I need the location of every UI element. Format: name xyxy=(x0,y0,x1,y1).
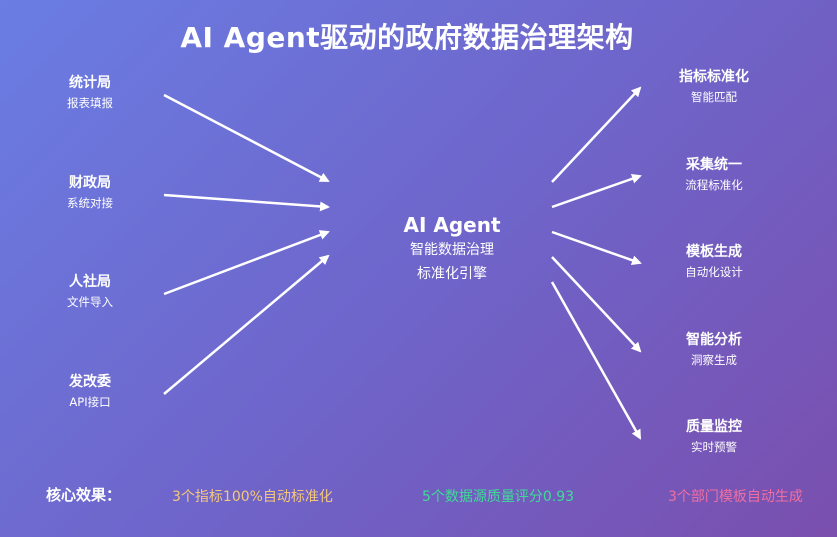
output-name: 采集统一 xyxy=(686,157,742,173)
center-engine: AI Agent 智能数据治理 标准化引擎 xyxy=(372,212,532,286)
engine-desc-2: 标准化引擎 xyxy=(417,266,487,282)
diagram-canvas: AI Agent驱动的政府数据治理架构 统计局 报表填报 财政局 系统对接 人社… xyxy=(0,0,837,537)
effect-item-3: 3个部门模板自动生成 xyxy=(668,489,803,505)
arrow-input-2 xyxy=(163,193,330,212)
output-node-template-generation: 模板生成 自动化设计 xyxy=(664,243,764,280)
engine-name: AI Agent xyxy=(403,213,501,237)
output-node-intelligent-analysis: 智能分析 洞察生成 xyxy=(664,331,764,368)
source-node-statistics: 统计局 报表填报 xyxy=(40,74,140,111)
output-desc: 自动化设计 xyxy=(685,265,743,279)
source-name: 统计局 xyxy=(69,75,111,91)
output-desc: 流程标准化 xyxy=(685,178,743,192)
output-node-collection-unification: 采集统一 流程标准化 xyxy=(664,156,764,193)
output-name: 指标标准化 xyxy=(679,69,749,85)
source-name: 人社局 xyxy=(69,274,111,290)
output-node-indicator-standardization: 指标标准化 智能匹配 xyxy=(664,68,764,105)
arrow-input-4 xyxy=(163,254,330,395)
core-effects-label: 核心效果： xyxy=(46,486,122,504)
effect-item-2: 5个数据源质量评分0.93 xyxy=(422,489,575,505)
engine-desc-1: 智能数据治理 xyxy=(410,242,494,258)
output-desc: 实时预警 xyxy=(691,440,737,454)
source-node-development-reform: 发改委 API接口 xyxy=(40,373,140,410)
source-method: API接口 xyxy=(69,395,111,409)
effect-item-1: 3个指标100%自动标准化 xyxy=(172,489,333,505)
output-node-quality-monitoring: 质量监控 实时预警 xyxy=(664,418,764,455)
output-name: 智能分析 xyxy=(686,332,742,348)
source-name: 发改委 xyxy=(69,374,111,390)
arrow-output-2 xyxy=(551,173,642,209)
output-desc: 智能匹配 xyxy=(691,90,737,104)
source-method: 系统对接 xyxy=(67,196,113,210)
arrow-input-3 xyxy=(163,230,330,296)
output-name: 模板生成 xyxy=(686,244,742,260)
source-method: 报表填报 xyxy=(67,96,113,110)
source-node-human-resources: 人社局 文件导入 xyxy=(40,273,140,310)
arrow-output-3 xyxy=(551,230,642,266)
source-method: 文件导入 xyxy=(67,295,113,309)
source-name: 财政局 xyxy=(69,175,111,191)
output-name: 质量监控 xyxy=(686,419,742,435)
arrow-output-1 xyxy=(551,86,642,183)
arrow-input-1 xyxy=(163,93,330,183)
output-desc: 洞察生成 xyxy=(691,353,737,367)
source-node-finance: 财政局 系统对接 xyxy=(40,174,140,211)
